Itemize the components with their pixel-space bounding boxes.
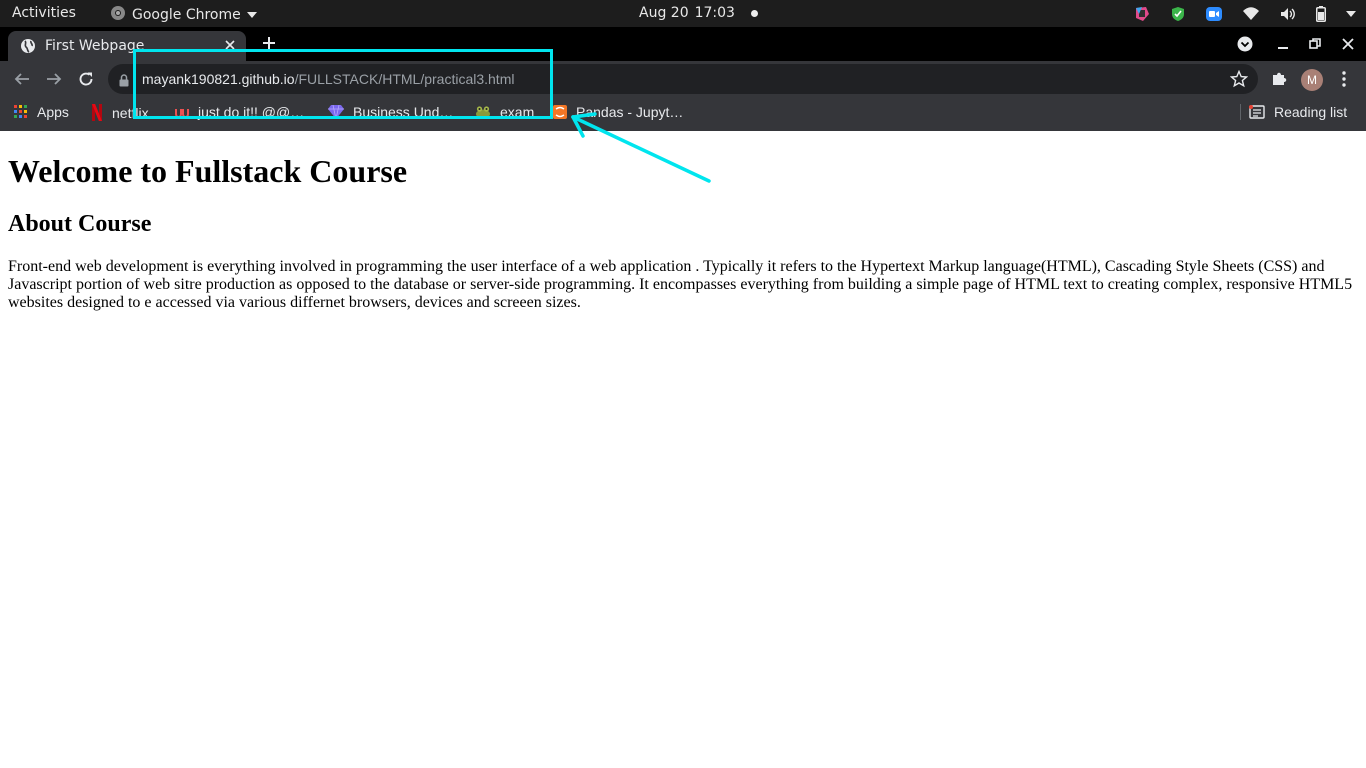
- shield-icon[interactable]: [1170, 6, 1186, 22]
- tab-title: First Webpage: [45, 38, 145, 54]
- bookmark-star-icon[interactable]: [1229, 69, 1249, 92]
- reading-list-label: Reading list: [1274, 104, 1348, 120]
- clock[interactable]: Aug 20 17:03: [639, 5, 758, 21]
- forward-icon[interactable]: [44, 69, 64, 89]
- jetbrains-toolbox-icon[interactable]: [1134, 6, 1150, 22]
- app-menu-label: Google Chrome: [132, 7, 241, 23]
- profile-avatar[interactable]: M: [1301, 69, 1323, 91]
- reading-list-button[interactable]: Reading list: [1240, 104, 1347, 120]
- close-window-icon[interactable]: [1339, 35, 1357, 53]
- system-top-bar: Activities Google Chrome Aug 20 17:03: [0, 0, 1366, 27]
- page-subheading: About Course: [8, 211, 152, 237]
- web-page-content: Welcome to Fullstack Course About Course…: [0, 131, 1366, 768]
- bookmark-apps[interactable]: Apps: [14, 104, 69, 120]
- chrome-icon: [110, 5, 126, 25]
- power-menu-icon[interactable]: [1346, 10, 1356, 18]
- clock-date: Aug 20: [639, 5, 689, 21]
- back-icon[interactable]: [12, 69, 32, 89]
- globe-icon: [20, 38, 36, 54]
- restore-icon[interactable]: [1306, 35, 1324, 53]
- system-tray[interactable]: [1124, 0, 1366, 27]
- annotation-highlight-box: [133, 49, 553, 119]
- activities-button[interactable]: Activities: [12, 5, 76, 21]
- page-heading: Welcome to Fullstack Course: [8, 153, 408, 189]
- clock-time: 17:03: [694, 5, 735, 21]
- lock-icon[interactable]: [119, 72, 129, 91]
- apps-grid-icon: [14, 105, 28, 119]
- netflix-icon: [91, 104, 103, 121]
- volume-icon[interactable]: [1280, 7, 1296, 21]
- bookmark-pandas-jupyter[interactable]: Pandas - Jupyt…: [553, 104, 683, 120]
- bookmark-label: Pandas - Jupyt…: [576, 104, 684, 120]
- tab-search-icon[interactable]: [1236, 35, 1254, 53]
- zoom-icon[interactable]: [1206, 6, 1222, 22]
- chevron-down-icon: [246, 7, 257, 23]
- battery-icon[interactable]: [1316, 5, 1326, 22]
- reading-list-icon: [1249, 105, 1265, 119]
- bookmark-label: Apps: [37, 104, 69, 120]
- kebab-menu-icon[interactable]: [1339, 70, 1349, 92]
- extensions-puzzle-icon[interactable]: [1271, 70, 1288, 91]
- wifi-icon[interactable]: [1242, 6, 1260, 21]
- reload-icon[interactable]: [76, 69, 96, 89]
- minimize-icon[interactable]: [1274, 35, 1292, 53]
- app-menu[interactable]: Google Chrome: [110, 5, 257, 25]
- jupyter-icon: [553, 105, 567, 119]
- page-paragraph: Front-end web development is everything …: [8, 258, 1353, 311]
- notification-dot-icon: [750, 9, 758, 17]
